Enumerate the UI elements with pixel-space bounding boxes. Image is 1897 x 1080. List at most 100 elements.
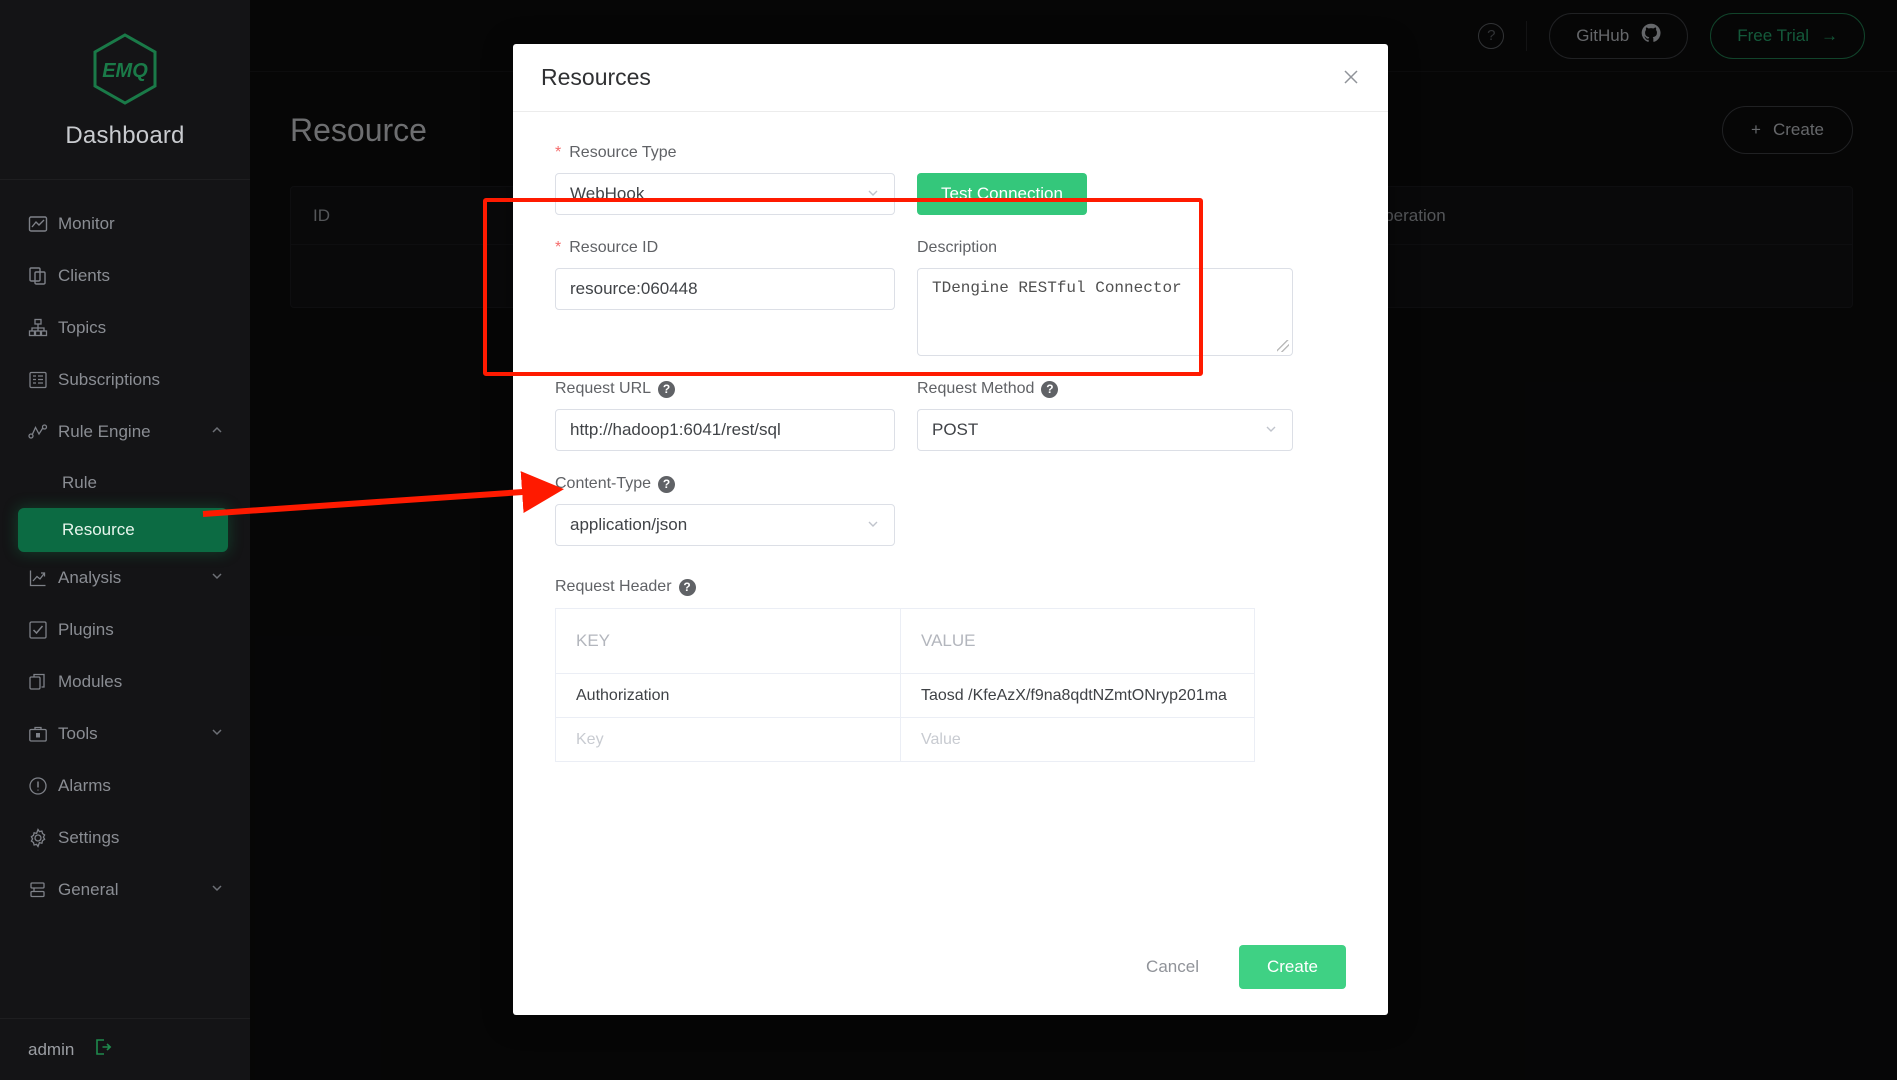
new-header-value-input[interactable]: Value <box>901 718 1255 762</box>
field-request-method: Request Method ? POST <box>917 378 1293 451</box>
resources-dialog: Resources * Resource Type WebHook Test C… <box>483 44 1388 1015</box>
help-icon[interactable]: ? <box>678 578 696 596</box>
sidebar: EMQ Dashboard Monitor Clients Topics Sub… <box>0 0 250 1080</box>
field-request-url: Request URL ? http://hadoop1:6041/rest/s… <box>555 378 895 451</box>
field-resource-id: * Resource ID resource:060448 <box>555 237 895 356</box>
sidebar-item-modules[interactable]: Modules <box>0 656 250 708</box>
dialog-header: Resources <box>513 44 1388 112</box>
tools-icon <box>28 724 58 744</box>
sidebar-item-topics[interactable]: Topics <box>0 302 250 354</box>
sidebar-item-monitor[interactable]: Monitor <box>0 198 250 250</box>
row-content-type: Content-Type ? application/json <box>555 473 1346 568</box>
sidebar-item-plugins[interactable]: Plugins <box>0 604 250 656</box>
chevron-up-icon[interactable] <box>210 422 224 442</box>
help-icon[interactable]: ? <box>1041 380 1059 398</box>
sidebar-item-subscriptions[interactable]: Subscriptions <box>0 354 250 406</box>
resize-handle-icon[interactable] <box>1277 340 1289 352</box>
brand-name: Dashboard <box>65 121 185 149</box>
chevron-down-icon[interactable] <box>210 880 224 900</box>
close-icon[interactable] <box>1338 64 1364 90</box>
sidebar-item-resource[interactable]: Resource <box>18 508 228 552</box>
new-header-key-input[interactable]: Key <box>555 717 901 762</box>
alarms-icon <box>28 776 58 796</box>
field-description: Description TDengine RESTful Connector <box>917 237 1293 356</box>
brand-block: EMQ Dashboard <box>0 0 250 180</box>
chevron-down-icon[interactable] <box>210 568 224 588</box>
sidebar-item-label: Analysis <box>58 568 122 587</box>
field-content-type: Content-Type ? application/json <box>555 473 895 546</box>
cancel-button[interactable]: Cancel <box>1132 947 1213 987</box>
sidebar-item-general[interactable]: General <box>0 864 250 916</box>
sidebar-item-rule[interactable]: Rule <box>0 458 250 508</box>
clients-icon <box>28 266 58 286</box>
label-request-header: Request Header ? <box>555 576 1346 598</box>
table-row-new: Key Value <box>555 717 1255 762</box>
sidebar-item-clients[interactable]: Clients <box>0 250 250 302</box>
rule-engine-icon <box>28 422 58 442</box>
dialog-title: Resources <box>541 64 651 90</box>
sidebar-item-label: Settings <box>58 828 120 847</box>
resource-type-select[interactable]: WebHook <box>555 173 895 215</box>
sidebar-item-analysis[interactable]: Analysis <box>0 552 250 604</box>
chevron-down-icon <box>1264 422 1278 439</box>
resource-id-value: resource:060448 <box>570 279 698 298</box>
app-root: EMQ Dashboard Monitor Clients Topics Sub… <box>0 0 1897 1080</box>
request-header-section: Request Header ? KEY VALUE Authorization… <box>483 198 1346 762</box>
label-request-url: Request URL ? <box>555 378 895 400</box>
sidebar-item-label: Clients <box>58 266 110 285</box>
sidebar-item-label: Alarms <box>58 776 111 795</box>
description-value: TDengine RESTful Connector <box>932 279 1182 297</box>
label-text: Content-Type <box>555 475 652 492</box>
help-icon[interactable]: ? <box>658 380 676 398</box>
header-key-cell[interactable]: Authorization <box>555 673 901 718</box>
chevron-down-icon <box>866 517 880 534</box>
column-header-key: KEY <box>555 608 901 674</box>
label-text: Resource ID <box>569 239 659 256</box>
chevron-down-icon[interactable] <box>210 724 224 744</box>
topics-icon <box>28 318 58 338</box>
table-header-row: KEY VALUE <box>555 608 1255 674</box>
general-icon <box>28 880 58 900</box>
request-url-value: http://hadoop1:6041/rest/sql <box>570 420 781 439</box>
sidebar-item-alarms[interactable]: Alarms <box>0 760 250 812</box>
label-description: Description <box>917 237 1293 259</box>
sidebar-nav: Monitor Clients Topics Subscriptions Rul… <box>0 180 250 1018</box>
sidebar-item-label: Topics <box>58 318 107 337</box>
sidebar-item-rule-engine[interactable]: Rule Engine <box>0 406 250 458</box>
sidebar-item-settings[interactable]: Settings <box>0 812 250 864</box>
required-asterisk: * <box>555 144 562 161</box>
create-button[interactable]: Create <box>1238 945 1346 989</box>
label-text: Request Header <box>555 578 672 595</box>
sidebar-item-label: Rule Engine <box>58 422 151 441</box>
request-url-input[interactable]: http://hadoop1:6041/rest/sql <box>555 409 895 451</box>
dialog-body: * Resource Type WebHook Test Connection <box>483 112 1388 919</box>
label-text: Request URL <box>555 380 652 397</box>
resource-id-input[interactable]: resource:060448 <box>555 268 895 310</box>
help-icon[interactable]: ? <box>658 475 676 493</box>
username-label: admin <box>28 1039 75 1059</box>
request-method-select[interactable]: POST <box>917 409 1293 451</box>
label-text: Resource Type <box>569 144 677 161</box>
chevron-down-icon <box>866 186 880 203</box>
sidebar-item-label: Plugins <box>58 620 114 639</box>
emq-logo-icon: EMQ <box>86 30 164 108</box>
content-type-select[interactable]: application/json <box>555 504 895 546</box>
sidebar-subitem-label: Rule <box>62 473 97 492</box>
subscriptions-icon <box>28 370 58 390</box>
request-method-value: POST <box>932 420 979 439</box>
sidebar-item-label: Monitor <box>58 214 115 233</box>
dialog-footer: Cancel Create <box>513 919 1388 1015</box>
sidebar-subitem-label: Resource <box>62 520 135 539</box>
svg-text:EMQ: EMQ <box>102 60 148 82</box>
resource-type-value: WebHook <box>570 184 645 203</box>
required-asterisk: * <box>555 239 562 256</box>
label-resource-id: * Resource ID <box>555 237 895 259</box>
analysis-icon <box>28 568 58 588</box>
test-connection-button[interactable]: Test Connection <box>917 173 1087 215</box>
header-value-cell[interactable]: Taosd /KfeAzX/f9na8qdtNZmtONryp201ma <box>901 674 1255 718</box>
plugins-icon <box>28 620 58 640</box>
logout-icon[interactable] <box>92 1036 114 1063</box>
description-textarea[interactable]: TDengine RESTful Connector <box>917 268 1293 356</box>
sidebar-item-tools[interactable]: Tools <box>0 708 250 760</box>
sidebar-user-block: admin <box>0 1018 250 1080</box>
